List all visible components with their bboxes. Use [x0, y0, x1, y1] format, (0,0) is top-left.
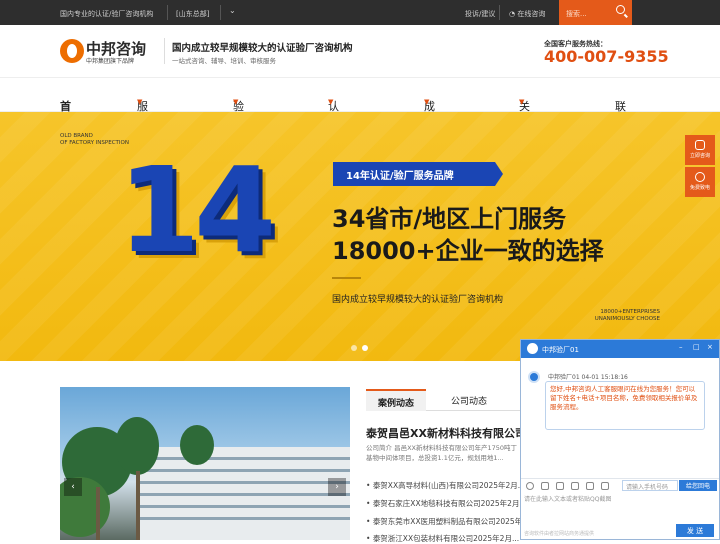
phone-input[interactable]: 请输入手机号码 [622, 480, 678, 491]
divider [164, 38, 165, 64]
main-nav: 首页 服务项目 ▼ 验厂服务 ▼ 认证服务 ▼ 成功案例 ▼ 关于中邦 ▼ 联系… [0, 77, 720, 161]
chevron-down-icon: ▼ [137, 98, 143, 106]
list-item[interactable]: • 泰贺东莞市XX医用塑料制品有限公司2025年2月... [366, 516, 520, 527]
rating-icon[interactable] [586, 482, 594, 490]
chevron-down-icon: ▼ [328, 98, 334, 106]
side-consult-button[interactable]: 立即咨询 [685, 135, 715, 165]
search-placeholder: 搜索... [566, 10, 587, 18]
hotline-number[interactable]: 400-007-9355 [544, 47, 669, 66]
list-item[interactable]: • 泰贺XX高导材料(山西)有限公司2025年2月... [366, 480, 520, 491]
chat-messages: 中邦验厂01 04-01 15:18:16 您好,中邦咨询人工客服眼问在线为您服… [521, 358, 719, 478]
header-tagline-sub: 一站式咨询、辅导、培训、审核服务 [172, 57, 276, 65]
chat-header[interactable]: 中邦验厂01 – □ × [521, 340, 719, 358]
more-icon[interactable] [601, 482, 609, 490]
banner-big-number: 14 [118, 141, 276, 279]
banner-headline-2: 18000+企业一致的选择 [332, 237, 604, 265]
side-float-bar: 立即咨询 免费致电 [685, 135, 715, 197]
chat-footnote: 咨询软件由者拉网站商务通提供 [524, 531, 595, 537]
chat-toolbar: 请输入手机号码 给您回电 [521, 478, 719, 492]
agent-line: 中邦验厂01 04-01 15:18:16 [548, 374, 628, 381]
featured-case-summary: 公司简介 昌邑XX新材料科技有限公司年产1750吨丁基物中间体项目，总投资1.1… [366, 444, 518, 462]
search-icon[interactable] [616, 5, 625, 14]
tree-image [115, 417, 159, 475]
tab-case-news[interactable]: 案例动态 [366, 389, 426, 411]
tab-company-news[interactable]: 公司动态 [451, 394, 487, 407]
banner-en-caption: 18000+ENTERPRISES UNANIMOUSLY CHOOSE [594, 309, 660, 322]
file-icon[interactable] [571, 482, 579, 490]
banner-badge: 14年认证/验厂服务品牌 [333, 162, 503, 186]
chat-input[interactable]: 请在此输入文本或者粘贴QQ截图 [524, 494, 611, 503]
chevron-down-icon: ▼ [519, 98, 525, 106]
send-button[interactable]: 发 送 [676, 524, 714, 537]
tree-trunk [96, 487, 100, 540]
divider [167, 5, 168, 20]
chat-title: 中邦验厂01 [542, 346, 579, 354]
agent-avatar-icon [527, 343, 538, 354]
minimize-icon[interactable]: – [679, 343, 683, 351]
divider [220, 5, 221, 20]
online-consult-label: 在线咨询 [517, 10, 546, 18]
header-tagline: 国内成立较早规模较大的认证验厂咨询机构 [172, 43, 353, 54]
slide-dot-2[interactable] [362, 345, 368, 351]
screenshot-icon[interactable] [556, 482, 564, 490]
top-slogan: 国内专业的认证/验厂咨询机构 [60, 10, 154, 18]
search-input[interactable]: 搜索... [559, 0, 632, 25]
side-call-button[interactable]: 免费致电 [685, 167, 715, 197]
logo-icon[interactable] [60, 39, 84, 63]
emoji-icon[interactable] [526, 482, 534, 490]
online-consult-link[interactable]: ◔ 在线咨询 [509, 9, 545, 19]
chevron-down-icon[interactable]: ⌄ [229, 6, 236, 15]
tree-trunk [136, 471, 140, 540]
chat-widget: 中邦验厂01 – □ × 中邦验厂01 04-01 15:18:16 您好,中邦… [520, 339, 720, 540]
building-image [138, 447, 350, 540]
banner-headline-1: 34省市/地区上门服务 [332, 205, 567, 233]
banner-divider [332, 277, 361, 279]
close-icon[interactable]: × [707, 343, 713, 351]
slide-dot-1[interactable] [351, 345, 357, 351]
featured-case-title[interactable]: 泰贺昌邑XX新材料科技有限公司 [366, 425, 520, 441]
agent-message: 您好,中邦咨询人工客服眼问在线为您服务！您可以留下姓名+电话+项目名称，免费领取… [545, 381, 705, 430]
divider [499, 5, 500, 20]
list-item[interactable]: • 泰贺浙江XX包装材料有限公司2025年2月... [366, 533, 520, 544]
side-call-label: 免费致电 [689, 185, 710, 191]
case-photo-carousel[interactable]: ‹ › [60, 387, 350, 540]
side-consult-label: 立即咨询 [689, 153, 710, 159]
chevron-down-icon: ▼ [233, 98, 239, 106]
case-tabs: 案例动态 公司动态 [366, 389, 520, 411]
carousel-next-button[interactable]: › [328, 478, 346, 496]
image-icon[interactable] [541, 482, 549, 490]
feedback-link[interactable]: 投诉/建议 [465, 9, 495, 19]
banner-description: 国内成立较早规模较大的认证验厂咨询机构 [332, 295, 504, 305]
tree-image [180, 425, 214, 465]
maximize-icon[interactable]: □ [693, 343, 700, 351]
hero-banner[interactable]: OLD BRAND OF FACTORY INSPECTION 14 14年认证/… [0, 112, 720, 361]
location-selector[interactable]: [山东总部] [176, 9, 209, 19]
phone-icon [695, 172, 705, 182]
list-item[interactable]: • 泰贺石家庄XX地毯科技有限公司2025年2月... [366, 498, 520, 509]
brand-subtitle: 中邦集团旗下品牌 [86, 58, 135, 65]
chevron-down-icon: ▼ [424, 98, 430, 106]
top-bar: 国内专业的认证/验厂咨询机构 [山东总部] ⌄ 投诉/建议 ◔ 在线咨询 搜索.… [0, 0, 720, 25]
callback-button[interactable]: 给您回电 [679, 480, 717, 491]
carousel-prev-button[interactable]: ‹ [64, 478, 82, 496]
agent-avatar [528, 371, 540, 383]
chat-icon [695, 140, 705, 150]
